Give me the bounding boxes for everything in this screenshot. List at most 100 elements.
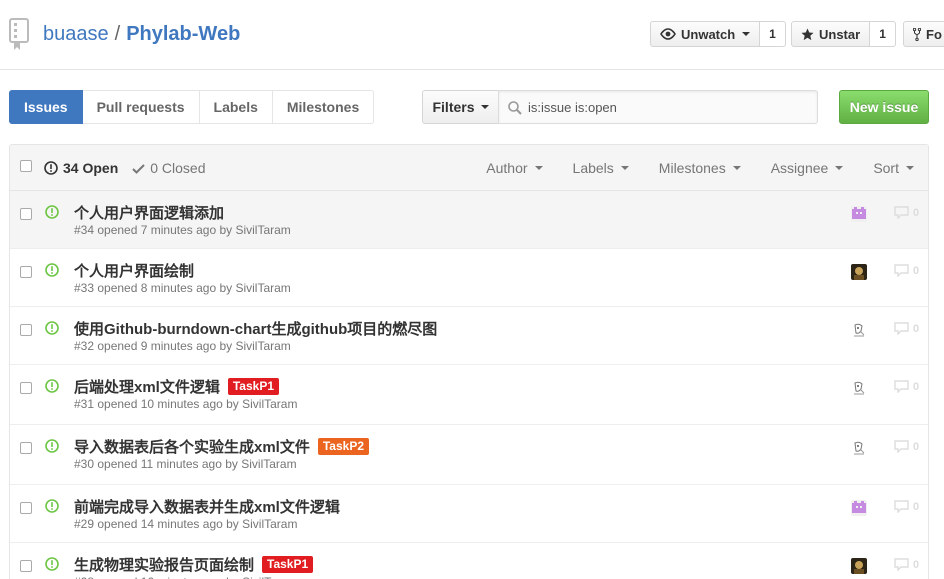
- table-row: 个人用户界面绘制 #33 opened 8 minutes ago by Sivi…: [10, 249, 928, 307]
- issue-label[interactable]: TaskP1: [227, 378, 279, 395]
- comments-link[interactable]: 0: [894, 558, 919, 571]
- issue-title-link[interactable]: 个人用户界面绘制: [74, 260, 194, 281]
- milestones-filter[interactable]: Milestones: [659, 160, 741, 176]
- issue-opened-icon: [45, 557, 59, 571]
- filter-menus: Author Labels Milestones Assignee Sort: [486, 160, 914, 176]
- comments-count: 0: [913, 440, 920, 453]
- table-row: 前端完成导入数据表并生成xml文件逻辑 #29 opened 14 minutes…: [10, 485, 928, 543]
- table-row: 生成物理实验报告页面绘制 TaskP1 #28 opened 16 minutes …: [10, 543, 928, 579]
- issue-title-link[interactable]: 使用Github-burndown-chart生成github项目的燃尽图: [74, 318, 437, 339]
- comment-icon: [894, 500, 909, 513]
- repo-separator: /: [114, 23, 121, 45]
- comments-link[interactable]: 0: [894, 500, 919, 513]
- search-input[interactable]: [528, 91, 813, 123]
- avatar[interactable]: [851, 264, 867, 280]
- issue-meta: #31 opened 10 minutes ago by SivilTaram: [74, 397, 298, 411]
- comment-icon: [894, 380, 909, 393]
- star-icon: [801, 27, 814, 40]
- fork-label: Fo: [926, 26, 942, 42]
- labels-filter[interactable]: Labels: [573, 160, 629, 176]
- issue-label[interactable]: TaskP2: [317, 438, 369, 455]
- avatar[interactable]: [851, 558, 867, 574]
- issues-subnav: Issues Pull requests Labels Milestones: [9, 90, 375, 124]
- avatar[interactable]: [851, 440, 867, 456]
- new-issue-button[interactable]: New issue: [839, 90, 929, 124]
- issue-meta: #30 opened 11 minutes ago by SivilTaram: [74, 457, 297, 471]
- tab-issues[interactable]: Issues: [9, 90, 83, 124]
- issue-meta: #32 opened 9 minutes ago by SivilTaram: [74, 339, 291, 353]
- closed-issues-link[interactable]: 0 Closed: [132, 160, 206, 176]
- table-row: 个人用户界面逻辑添加 #34 opened 7 minutes ago by Si…: [10, 191, 928, 249]
- tab-milestones[interactable]: Milestones: [272, 90, 375, 124]
- stargazers-count[interactable]: 1: [870, 21, 896, 47]
- chevron-down-icon: [742, 32, 751, 36]
- comments-link[interactable]: 0: [894, 380, 919, 393]
- issue-checkbox[interactable]: [20, 560, 32, 572]
- filters-label: Filters: [432, 99, 475, 115]
- eye-icon: [660, 28, 676, 40]
- issue-title: 个人用户界面逻辑添加: [74, 202, 224, 223]
- table-row: 导入数据表后各个实验生成xml文件 TaskP2 #30 opened 11 min…: [10, 425, 928, 485]
- issue-title-link[interactable]: 前端完成导入数据表并生成xml文件逻辑: [74, 496, 340, 517]
- comments-count: 0: [913, 206, 920, 219]
- issue-label[interactable]: TaskP1: [262, 556, 314, 573]
- issue-checkbox[interactable]: [20, 266, 32, 278]
- author-filter[interactable]: Author: [486, 160, 543, 176]
- repo-title: buaase / Phylab-Web: [43, 23, 240, 46]
- issue-meta: #33 opened 8 minutes ago by SivilTaram: [74, 281, 291, 295]
- unwatch-button[interactable]: Unwatch: [650, 21, 761, 47]
- issue-opened-icon: [45, 263, 59, 277]
- comments-link[interactable]: 0: [894, 264, 919, 277]
- comments-count: 0: [913, 380, 920, 393]
- issue-checkbox[interactable]: [20, 324, 32, 336]
- avatar[interactable]: [851, 322, 867, 338]
- watch-button-group: Unwatch 1: [650, 21, 786, 47]
- tab-labels[interactable]: Labels: [199, 90, 273, 124]
- comment-icon: [894, 322, 909, 335]
- comments-link[interactable]: 0: [894, 322, 919, 335]
- fork-button[interactable]: Fo: [903, 21, 944, 47]
- chevron-down-icon: [906, 166, 914, 170]
- table-row: 使用Github-burndown-chart生成github项目的燃尽图 #32…: [10, 307, 928, 365]
- select-all-checkbox[interactable]: [20, 160, 32, 172]
- unstar-button[interactable]: Unstar: [791, 21, 871, 47]
- repo-name-link[interactable]: Phylab-Web: [126, 23, 240, 45]
- chevron-down-icon: [620, 166, 629, 170]
- issue-title-link[interactable]: 后端处理xml文件逻辑: [74, 376, 220, 397]
- chevron-down-icon: [480, 105, 489, 109]
- open-issues-link[interactable]: 34 Open: [44, 160, 118, 176]
- issue-title: 个人用户界面绘制: [74, 260, 194, 281]
- issue-checkbox[interactable]: [20, 502, 32, 514]
- repo-owner-link[interactable]: buaase: [43, 23, 109, 45]
- watchers-count[interactable]: 1: [760, 21, 786, 47]
- issue-search: [498, 90, 818, 124]
- sort-filter[interactable]: Sort: [873, 160, 914, 176]
- sort-filter-label: Sort: [873, 160, 899, 176]
- comment-icon: [894, 206, 909, 219]
- tab-pull-requests[interactable]: Pull requests: [82, 90, 200, 124]
- fork-button-group: Fo: [903, 21, 944, 47]
- comments-link[interactable]: 0: [894, 206, 919, 219]
- issue-opened-icon: [45, 379, 59, 393]
- comment-icon: [894, 264, 909, 277]
- issue-title: 使用Github-burndown-chart生成github项目的燃尽图: [74, 318, 437, 339]
- assignee-filter[interactable]: Assignee: [771, 160, 844, 176]
- author-filter-label: Author: [486, 160, 528, 176]
- filters-button[interactable]: Filters: [422, 90, 499, 124]
- issue-title-link[interactable]: 个人用户界面逻辑添加: [74, 202, 224, 223]
- avatar[interactable]: [851, 500, 867, 516]
- issue-states: 34 Open 0 Closed: [44, 160, 206, 176]
- comments-link[interactable]: 0: [894, 440, 919, 453]
- issue-checkbox[interactable]: [20, 382, 32, 394]
- issue-checkbox[interactable]: [20, 208, 32, 220]
- avatar[interactable]: [851, 206, 867, 222]
- issue-meta: #34 opened 7 minutes ago by SivilTaram: [74, 223, 291, 237]
- issue-rows: 个人用户界面逻辑添加 #34 opened 7 minutes ago by Si…: [10, 191, 928, 579]
- issue-checkbox[interactable]: [20, 442, 32, 454]
- avatar[interactable]: [851, 380, 867, 396]
- issue-title-link[interactable]: 导入数据表后各个实验生成xml文件: [74, 436, 310, 457]
- issue-title-link[interactable]: 生成物理实验报告页面绘制: [74, 554, 254, 575]
- check-icon: [132, 163, 145, 174]
- issue-opened-icon: [45, 439, 59, 453]
- issues-list: 34 Open 0 Closed Author Labels Milestone…: [9, 144, 929, 579]
